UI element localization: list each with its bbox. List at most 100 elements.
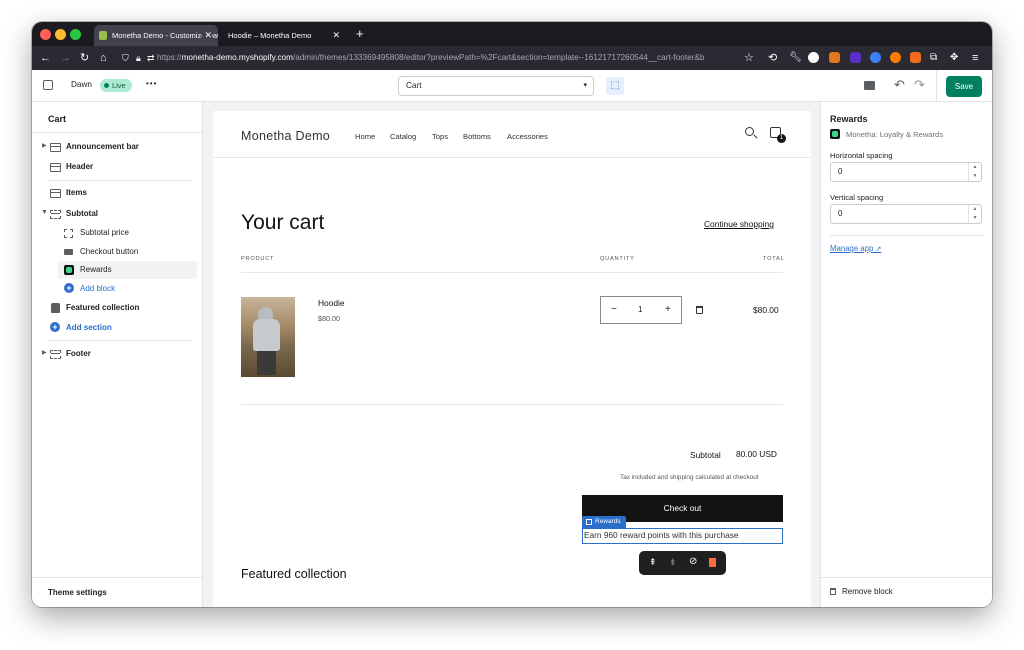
move-down-icon[interactable]: ⇟ bbox=[669, 557, 677, 568]
chevron-right-icon[interactable]: ▶ bbox=[42, 349, 47, 356]
quantity-plus-button[interactable]: + bbox=[665, 304, 671, 315]
sidebar-item-footer[interactable]: ▶ Footer bbox=[32, 347, 203, 363]
extension-icon[interactable] bbox=[910, 52, 921, 63]
new-tab-icon[interactable]: + bbox=[356, 25, 364, 43]
redo-icon[interactable]: ↷ bbox=[914, 77, 925, 93]
vertical-spacing-input[interactable]: 0 ▲ ▼ bbox=[830, 204, 982, 224]
tab-strip: Monetha Demo - Customize Daw ✕ Hoodie – … bbox=[32, 22, 992, 46]
browser-tab-active[interactable]: Monetha Demo - Customize Daw ✕ bbox=[94, 25, 218, 46]
column-header-quantity: QUANTITY bbox=[600, 256, 635, 262]
inspector-icon[interactable]: ⬚ bbox=[606, 77, 624, 95]
rewards-points-message[interactable]: Earn 960 reward points with this purchas… bbox=[582, 528, 783, 544]
tab-title: Hoodie – Monetha Demo bbox=[228, 31, 312, 40]
add-section-button[interactable]: + Add section bbox=[32, 321, 203, 337]
desktop-preview-icon[interactable] bbox=[864, 81, 875, 90]
hide-icon[interactable]: ⊘ bbox=[689, 556, 697, 567]
extension-icon[interactable] bbox=[850, 52, 861, 63]
screenshot-icon[interactable]: ⧉ bbox=[930, 50, 937, 66]
extension-icon[interactable] bbox=[808, 52, 819, 63]
selected-block-tag[interactable]: Rewards bbox=[582, 516, 626, 528]
password-manager-icon[interactable] bbox=[870, 52, 881, 63]
zoom-window-button[interactable] bbox=[70, 29, 81, 40]
block-icon bbox=[586, 519, 592, 525]
divider bbox=[213, 157, 811, 158]
extensions-icon[interactable]: ✥ bbox=[950, 50, 958, 66]
section-icon bbox=[50, 143, 61, 152]
stepper-arrows-icon[interactable]: ▲ ▼ bbox=[968, 163, 981, 181]
subtotal-label: Subtotal bbox=[690, 450, 721, 460]
quantity-stepper[interactable]: − 1 + bbox=[600, 296, 682, 324]
more-actions-button[interactable]: ••• bbox=[146, 79, 157, 88]
monetha-app-mark bbox=[66, 267, 72, 273]
sidebar-item-label: Announcement bar bbox=[66, 142, 139, 151]
browser-tab[interactable]: Hoodie – Monetha Demo ✕ bbox=[220, 25, 346, 46]
shield-icon[interactable]: ⛉ bbox=[122, 50, 129, 66]
sidebar-item-subtotal-price[interactable]: Subtotal price bbox=[32, 226, 203, 242]
menu-icon[interactable]: ≡ bbox=[972, 50, 978, 66]
home-icon[interactable]: ⌂ bbox=[100, 50, 107, 66]
sidebar-item-header[interactable]: Header bbox=[32, 160, 203, 176]
sidebar-item-announcement-bar[interactable]: ▶ Announcement bar bbox=[32, 140, 203, 156]
nav-link-tops[interactable]: Tops bbox=[432, 132, 448, 141]
hoodie-legs bbox=[257, 351, 276, 375]
nav-link-catalog[interactable]: Catalog bbox=[390, 132, 416, 141]
store-logo[interactable]: Monetha Demo bbox=[241, 129, 330, 143]
plus-circle-icon: + bbox=[50, 322, 60, 332]
sidebar-item-label: Subtotal price bbox=[80, 228, 129, 237]
extension-icon[interactable] bbox=[890, 52, 901, 63]
sidebar-item-subtotal[interactable]: ▼ Subtotal bbox=[32, 207, 203, 223]
page-select[interactable]: Cart ▾ bbox=[398, 76, 594, 96]
monetha-app-icon bbox=[830, 129, 840, 139]
nav-link-bottoms[interactable]: Bottoms bbox=[463, 132, 491, 141]
block-actions-toolbar: ⇞ ⇟ ⊘ bbox=[639, 551, 726, 575]
monetha-app-mark bbox=[832, 131, 838, 137]
theme-settings-link[interactable]: Theme settings bbox=[48, 588, 107, 597]
permissions-icon[interactable]: ⇄ bbox=[147, 50, 155, 66]
nav-link-accessories[interactable]: Accessories bbox=[507, 132, 548, 141]
search-icon-handle bbox=[753, 134, 758, 139]
continue-shopping-link[interactable]: Continue shopping bbox=[704, 219, 774, 229]
theme-name: Dawn bbox=[71, 80, 92, 89]
manage-app-link[interactable]: Manage app ↗ bbox=[830, 244, 881, 253]
sidebar-item-rewards[interactable]: Rewards bbox=[58, 261, 197, 279]
wrench-icon[interactable]: 🔧︎ bbox=[789, 50, 802, 66]
close-tab-icon[interactable]: ✕ bbox=[332, 25, 340, 46]
nav-link-home[interactable]: Home bbox=[355, 132, 375, 141]
delete-icon[interactable] bbox=[709, 558, 716, 567]
horizontal-spacing-label: Horizontal spacing bbox=[830, 151, 893, 160]
horizontal-spacing-input[interactable]: 0 ▲ ▼ bbox=[830, 162, 982, 182]
minimize-window-button[interactable] bbox=[55, 29, 66, 40]
save-button[interactable]: Save bbox=[946, 76, 982, 97]
manage-app-label: Manage app bbox=[830, 244, 874, 253]
product-name[interactable]: Hoodie bbox=[318, 298, 345, 308]
chevron-right-icon[interactable]: ▶ bbox=[42, 142, 47, 149]
quantity-value[interactable]: 1 bbox=[638, 305, 642, 314]
chevron-down-icon[interactable]: ▼ bbox=[41, 209, 48, 216]
sidebar-item-items[interactable]: Items bbox=[32, 186, 203, 202]
url-host: monetha-demo.myshopify.com bbox=[181, 53, 293, 62]
external-link-icon: ↗ bbox=[875, 246, 882, 253]
history-icon[interactable]: ⟲ bbox=[768, 50, 777, 66]
stepper-arrows-icon[interactable]: ▲ ▼ bbox=[968, 205, 981, 223]
metamask-icon[interactable] bbox=[829, 52, 840, 63]
bookmark-star-icon[interactable]: ☆ bbox=[744, 50, 754, 66]
exit-icon[interactable] bbox=[43, 80, 53, 90]
url-field[interactable]: https://monetha-demo.myshopify.com/admin… bbox=[157, 49, 767, 67]
add-block-button[interactable]: + Add block bbox=[32, 282, 203, 298]
undo-icon[interactable]: ↶ bbox=[894, 77, 905, 93]
remove-block-button[interactable]: Remove block bbox=[830, 587, 893, 596]
live-badge-label: Live bbox=[112, 81, 126, 90]
back-icon[interactable]: ← bbox=[40, 50, 51, 66]
forward-icon[interactable]: → bbox=[60, 50, 71, 66]
sidebar-item-checkout-button[interactable]: Checkout button bbox=[32, 245, 203, 261]
sidebar-item-featured-collection[interactable]: Featured collection bbox=[32, 301, 203, 317]
move-up-icon[interactable]: ⇞ bbox=[649, 557, 657, 568]
close-tab-icon[interactable]: ✕ bbox=[202, 25, 212, 46]
product-image[interactable] bbox=[241, 297, 295, 377]
trash-icon[interactable] bbox=[696, 306, 703, 314]
section-icon bbox=[50, 210, 61, 219]
reload-icon[interactable]: ↻ bbox=[80, 50, 89, 66]
divider bbox=[241, 404, 783, 405]
quantity-minus-button[interactable]: − bbox=[611, 304, 617, 315]
close-window-button[interactable] bbox=[40, 29, 51, 40]
